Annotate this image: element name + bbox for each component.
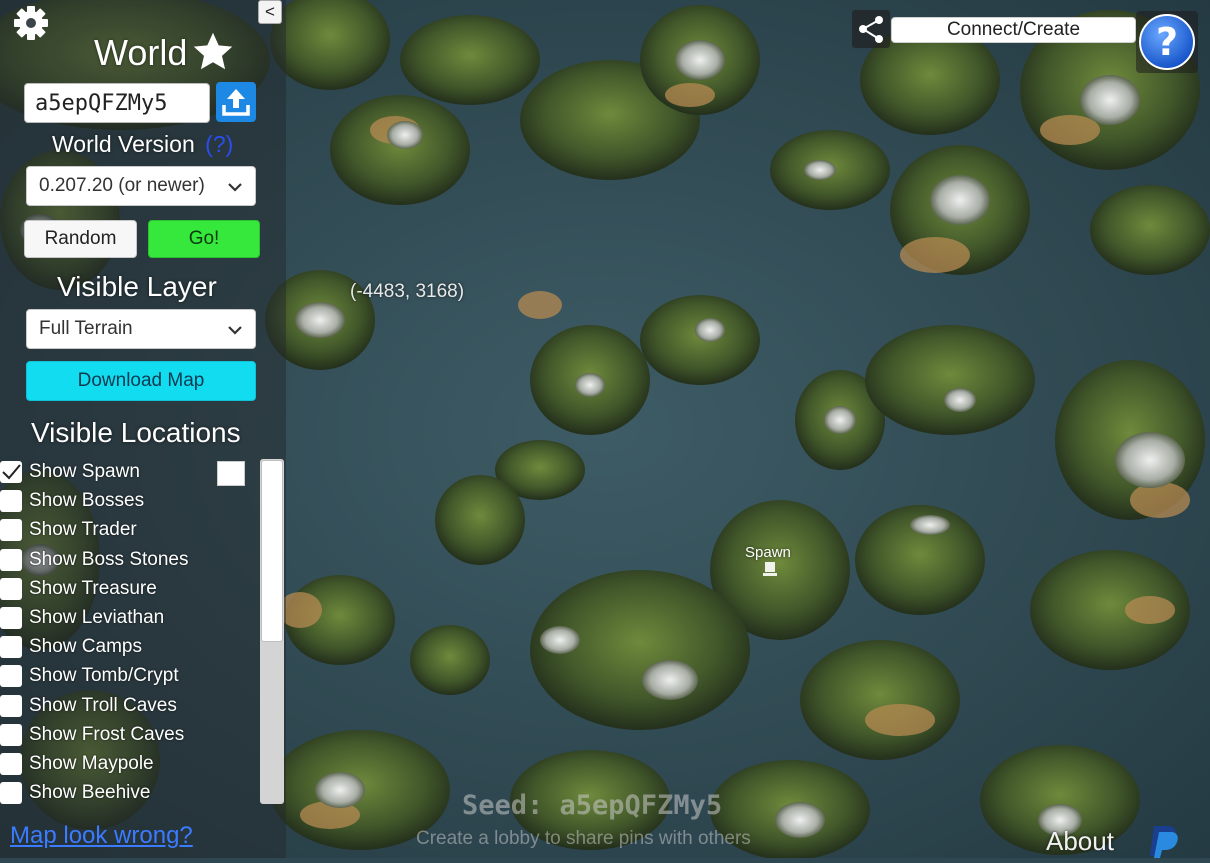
help-button[interactable]: ?	[1136, 11, 1198, 73]
location-label: Show Maypole	[29, 753, 154, 774]
map-coordinates: (-4483, 3168)	[350, 281, 465, 302]
spawn-color-swatch[interactable]	[217, 461, 245, 486]
location-label: Show Boss Stones	[29, 548, 189, 570]
sidebar: < World World Version (?) 0.207.20 (or n…	[0, 0, 286, 858]
layer-select[interactable]: Full Terrain	[26, 309, 256, 349]
connect-create-button[interactable]: Connect/Create	[891, 17, 1136, 43]
location-toggle-row[interactable]: Show Camps	[0, 634, 142, 660]
location-checkbox[interactable]	[0, 782, 22, 804]
share-icon	[859, 16, 883, 43]
location-label: Show Leviathan	[29, 607, 165, 628]
location-toggle-row[interactable]: Show Leviathan	[0, 605, 164, 631]
location-toggle-row[interactable]: Show Trader	[0, 517, 137, 543]
about-link[interactable]: About	[1046, 826, 1114, 857]
location-checkbox[interactable]	[0, 548, 22, 571]
spawn-label: Spawn	[745, 544, 791, 561]
seed-overlay: Seed: a5epQFZMy5	[462, 790, 723, 821]
location-label: Show Troll Caves	[29, 694, 177, 716]
location-checkbox[interactable]	[0, 490, 22, 513]
favorite-star-icon[interactable]	[191, 30, 235, 74]
location-label: Show Beehive	[29, 782, 151, 804]
paypal-icon[interactable]	[1144, 824, 1182, 858]
location-label: Show Tomb/Crypt	[29, 665, 179, 687]
upload-icon	[222, 89, 250, 116]
location-checkbox[interactable]	[0, 694, 22, 717]
visible-locations-label: Visible Locations	[31, 417, 241, 448]
location-toggle-row[interactable]: Show Boss Stones	[0, 547, 188, 573]
location-toggle-row[interactable]: Show Bosses	[0, 488, 144, 514]
locations-scrollbar-thumb[interactable]	[261, 460, 283, 642]
gear-icon	[14, 6, 48, 40]
lobby-hint: Create a lobby to share pins with others	[416, 828, 751, 849]
checkmark-icon	[2, 464, 21, 480]
collapse-sidebar-button[interactable]: <	[258, 0, 282, 24]
locations-list: Show Spawn Show Bosses Show Trader Show Bos…	[0, 458, 258, 804]
visible-layer-label: Visible Layer	[57, 271, 217, 302]
chevron-down-icon	[228, 183, 242, 192]
layer-select-value: Full Terrain	[39, 318, 133, 339]
location-toggle-row[interactable]: Show Beehive	[0, 780, 150, 804]
location-checkbox[interactable]	[0, 519, 22, 542]
location-checkbox[interactable]	[0, 461, 22, 483]
seed-input[interactable]	[24, 83, 210, 123]
go-button[interactable]: Go!	[148, 220, 260, 258]
help-label: ?	[1155, 20, 1179, 64]
location-checkbox[interactable]	[0, 577, 22, 600]
random-button[interactable]: Random	[24, 220, 137, 258]
map-look-wrong-link[interactable]: Map look wrong?	[10, 822, 193, 850]
location-label: Show Bosses	[29, 490, 145, 512]
location-toggle-row[interactable]: Show Frost Caves	[0, 722, 184, 748]
location-label: Show Treasure	[29, 577, 157, 599]
download-map-button[interactable]: Download Map	[26, 361, 256, 401]
settings-button[interactable]	[12, 4, 50, 42]
location-toggle-row[interactable]: Show Maypole	[0, 751, 154, 777]
locations-scrollbar-track[interactable]	[260, 459, 284, 804]
location-checkbox[interactable]	[0, 753, 22, 775]
location-checkbox[interactable]	[0, 636, 22, 659]
location-label: Show Camps	[29, 636, 142, 658]
chevron-down-icon	[228, 326, 242, 335]
upload-seed-button[interactable]	[216, 82, 256, 122]
world-version-label: World Version	[52, 131, 195, 157]
version-help-link[interactable]: (?)	[205, 131, 233, 157]
location-toggle-row[interactable]: Show Spawn	[0, 459, 140, 485]
world-version-row: World Version (?)	[52, 131, 233, 158]
location-checkbox[interactable]	[0, 665, 22, 688]
location-label: Show Frost Caves	[29, 723, 185, 745]
share-button[interactable]	[852, 10, 890, 48]
location-checkbox[interactable]	[0, 723, 22, 746]
version-select[interactable]: 0.207.20 (or newer)	[26, 166, 256, 206]
location-toggle-row[interactable]: Show Troll Caves	[0, 693, 177, 719]
location-label: Show Trader	[29, 519, 137, 541]
location-label: Show Spawn	[29, 461, 140, 482]
location-toggle-row[interactable]: Show Treasure	[0, 576, 157, 602]
location-toggle-row[interactable]: Show Tomb/Crypt	[0, 663, 179, 689]
spawn-marker-icon[interactable]	[763, 562, 777, 576]
location-checkbox[interactable]	[0, 607, 22, 629]
version-select-value: 0.207.20 (or newer)	[39, 175, 205, 196]
world-title: World	[94, 32, 188, 73]
